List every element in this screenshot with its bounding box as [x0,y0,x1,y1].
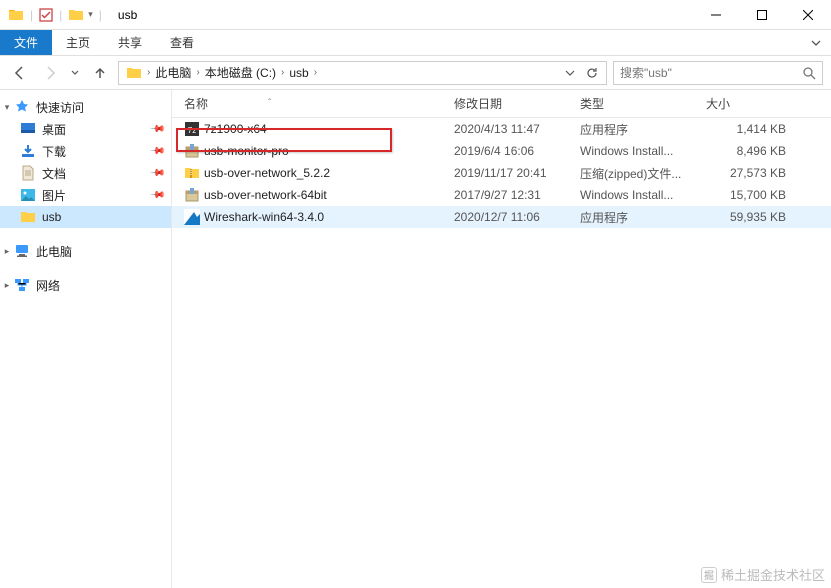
title-bar: | | ▾ | usb [0,0,831,30]
search-box[interactable]: 搜索"usb" [613,61,823,85]
up-button[interactable] [88,61,112,85]
chevron-down-icon: ▾ [2,102,12,113]
file-date: 2020/4/13 11:47 [454,122,580,136]
document-icon [20,165,36,181]
file-row[interactable]: usb-over-network_5.2.2 2019/11/17 20:41压缩… [172,162,831,184]
file-list-pane: 名称ˆ 修改日期 类型 大小 7z 7z1900-x64 2020/4/13 11:… [172,90,831,588]
breadcrumb-folder[interactable]: usb [286,66,311,80]
main-area: ▾ 快速访问 桌面 📌 下载 📌 文档 📌 图片 [0,90,831,588]
file-date: 2019/11/17 20:41 [454,166,580,180]
ribbon-tab-share[interactable]: 共享 [104,30,156,55]
file-name: usb-over-network_5.2.2 [204,166,330,180]
file-icon [184,209,200,225]
history-dropdown[interactable] [68,61,82,85]
picture-icon [20,187,36,203]
file-name: Wireshark-win64-3.4.0 [204,210,324,224]
desktop-icon [20,121,36,137]
star-icon [14,99,30,115]
sidebar-item-downloads[interactable]: 下载 📌 [0,140,171,162]
search-icon [802,66,816,80]
file-type: Windows Install... [580,188,706,202]
folder-icon-2 [68,7,84,23]
file-row[interactable]: usb-monitor-pro 2019/6/4 16:06Windows Ins… [172,140,831,162]
breadcrumb-root-icon[interactable] [123,65,145,81]
column-date[interactable]: 修改日期 [454,95,580,112]
window-title: usb [112,8,137,22]
ribbon-expand-button[interactable] [801,30,831,55]
file-date: 2017/9/27 12:31 [454,188,580,202]
sort-indicator: ˆ [268,98,271,109]
file-type: 压缩(zipped)文件... [580,165,706,182]
file-icon [184,187,200,203]
checkbox-icon[interactable] [39,8,53,22]
search-placeholder: 搜索"usb" [620,64,672,81]
file-name: 7z1900-x64 [204,122,267,136]
window-controls [693,0,831,30]
forward-button[interactable] [38,61,62,85]
minimize-button[interactable] [693,0,739,30]
file-icon [184,165,200,181]
pin-icon: 📌 [148,165,165,182]
breadcrumb-this-pc[interactable]: 此电脑 [152,64,194,81]
ribbon: 文件 主页 共享 查看 [0,30,831,56]
svg-text:7z: 7z [188,126,196,135]
chevron-right-icon: ▸ [2,280,12,291]
file-size: 27,573 KB [706,166,796,180]
quick-access-toolbar: | | ▾ | [0,7,112,23]
pin-icon: 📌 [148,143,165,160]
download-icon [20,143,36,159]
file-list: 7z7z1900-x642020/4/13 11:47应用程序1,414 KBu… [172,118,831,228]
column-size[interactable]: 大小 [706,95,796,112]
refresh-button[interactable] [582,63,602,83]
file-size: 15,700 KB [706,188,796,202]
file-size: 1,414 KB [706,122,796,136]
watermark: 掘 稀土掘金技术社区 [701,565,825,584]
file-type: Windows Install... [580,144,706,158]
file-date: 2020/12/7 11:06 [454,210,580,224]
file-row[interactable]: 7z 7z1900-x64 2020/4/13 11:47应用程序1,414 KB [172,118,831,140]
chevron-right-icon: ▸ [2,246,12,257]
pin-icon: 📌 [148,121,165,138]
ribbon-tab-file[interactable]: 文件 [0,30,52,55]
watermark-icon: 掘 [701,567,717,583]
sidebar-item-desktop[interactable]: 桌面 📌 [0,118,171,140]
file-type: 应用程序 [580,121,706,138]
navigation-bar: › 此电脑 › 本地磁盘 (C:) › usb › 搜索"usb" [0,56,831,90]
sidebar-quick-access[interactable]: ▾ 快速访问 [0,96,171,118]
file-date: 2019/6/4 16:06 [454,144,580,158]
network-icon [14,277,30,293]
file-icon: 7z [184,121,200,137]
folder-icon [8,7,24,23]
column-type[interactable]: 类型 [580,95,706,112]
column-header: 名称ˆ 修改日期 类型 大小 [172,90,831,118]
file-name: usb-monitor-pro [204,144,289,158]
sidebar-item-usb[interactable]: usb [0,206,171,228]
file-row[interactable]: Wireshark-win64-3.4.0 2020/12/7 11:06应用程序… [172,206,831,228]
address-dropdown[interactable] [560,63,580,83]
file-name: usb-over-network-64bit [204,188,327,202]
file-size: 59,935 KB [706,210,796,224]
column-name[interactable]: 名称ˆ [184,95,454,112]
file-icon [184,143,200,159]
maximize-button[interactable] [739,0,785,30]
ribbon-tab-home[interactable]: 主页 [52,30,104,55]
pin-icon: 📌 [148,187,165,204]
qat-dropdown[interactable]: ▾ [88,9,93,20]
back-button[interactable] [8,61,32,85]
nav-pane: ▾ 快速访问 桌面 📌 下载 📌 文档 📌 图片 [0,90,172,588]
address-bar[interactable]: › 此电脑 › 本地磁盘 (C:) › usb › [118,61,607,85]
breadcrumb-drive[interactable]: 本地磁盘 (C:) [202,64,279,81]
sidebar-this-pc[interactable]: ▸ 此电脑 [0,240,171,262]
folder-icon [20,209,36,225]
sidebar-item-documents[interactable]: 文档 📌 [0,162,171,184]
file-type: 应用程序 [580,209,706,226]
computer-icon [14,243,30,259]
file-size: 8,496 KB [706,144,796,158]
sidebar-item-pictures[interactable]: 图片 📌 [0,184,171,206]
file-row[interactable]: usb-over-network-64bit 2017/9/27 12:31Win… [172,184,831,206]
close-button[interactable] [785,0,831,30]
sidebar-network[interactable]: ▸ 网络 [0,274,171,296]
ribbon-tab-view[interactable]: 查看 [156,30,208,55]
